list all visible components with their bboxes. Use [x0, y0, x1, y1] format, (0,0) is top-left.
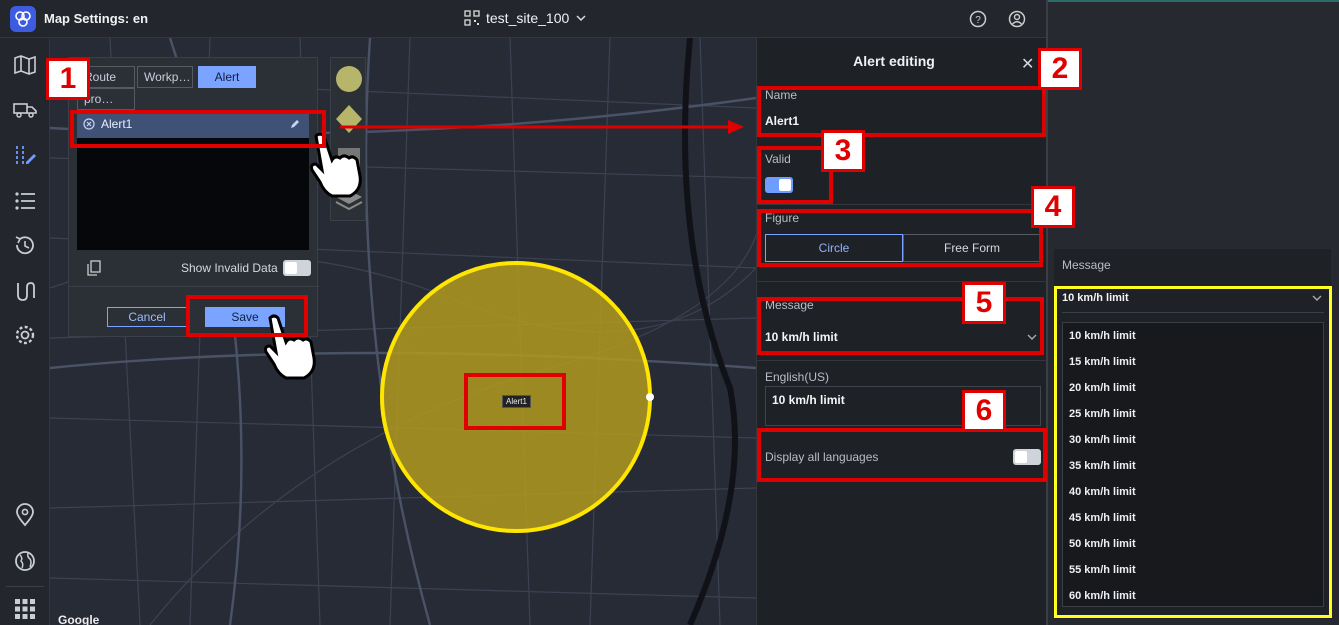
highlight-box-1 [70, 110, 326, 148]
copy-icon[interactable] [87, 260, 101, 276]
help-icon[interactable]: ? [969, 10, 987, 28]
show-invalid-toggle[interactable] [283, 260, 311, 276]
english-message-value: 10 km/h limit [772, 393, 845, 407]
highlight-box-2 [757, 86, 1046, 137]
map-icon[interactable] [12, 52, 38, 78]
annotation-badge-5: 5 [962, 282, 1006, 324]
circle-tool-icon[interactable] [334, 62, 364, 96]
divider [69, 286, 319, 287]
apps-grid-icon[interactable] [12, 596, 38, 622]
account-icon[interactable] [1008, 10, 1026, 28]
highlight-box-6 [757, 428, 1047, 482]
arrow-connector [340, 120, 744, 134]
annotation-badge-6: 6 [962, 390, 1006, 432]
qr-icon [464, 10, 480, 26]
tab-alert[interactable]: Alert [198, 66, 256, 88]
show-invalid-label: Show Invalid Data [181, 261, 278, 275]
app-logo-icon[interactable] [10, 6, 36, 32]
route-icon[interactable] [12, 278, 38, 304]
highlight-box-save [186, 295, 308, 337]
editor-title: Alert editing [853, 53, 935, 69]
truck-icon[interactable] [12, 96, 38, 122]
annotation-badge-4: 4 [1031, 186, 1075, 228]
side-nav [0, 38, 50, 625]
globe-icon[interactable] [12, 548, 38, 574]
dropdown-label: Message [1062, 258, 1111, 272]
annotation-badge-3: 3 [821, 130, 865, 172]
highlight-box-dropdown [1054, 286, 1332, 618]
site-selector[interactable]: test_site_100 [464, 10, 587, 26]
history-icon[interactable] [12, 232, 38, 258]
location-pin-icon[interactable] [12, 502, 38, 528]
list-icon[interactable] [12, 188, 38, 214]
close-icon[interactable]: ✕ [1021, 54, 1034, 74]
gear-icon[interactable] [12, 322, 38, 348]
annotation-badge-2: 2 [1038, 48, 1082, 90]
tab-workplace[interactable]: Workp… [137, 66, 193, 88]
circle-resize-handle[interactable] [646, 393, 654, 401]
annotation-badge-1: 1 [46, 58, 90, 100]
google-credit: Google [58, 613, 100, 625]
english-label: English(US) [765, 370, 830, 384]
chevron-down-icon [576, 15, 586, 22]
top-bar: Map Settings: en test_site_100 ? [0, 0, 1046, 38]
map-edit-icon[interactable] [12, 142, 38, 168]
site-name: test_site_100 [486, 10, 570, 26]
app-title: Map Settings: en [44, 11, 149, 26]
svg-text:?: ? [975, 15, 981, 26]
cancel-button[interactable]: Cancel [107, 307, 187, 327]
highlight-box-map-label [464, 373, 566, 430]
highlight-box-4 [757, 209, 1043, 267]
